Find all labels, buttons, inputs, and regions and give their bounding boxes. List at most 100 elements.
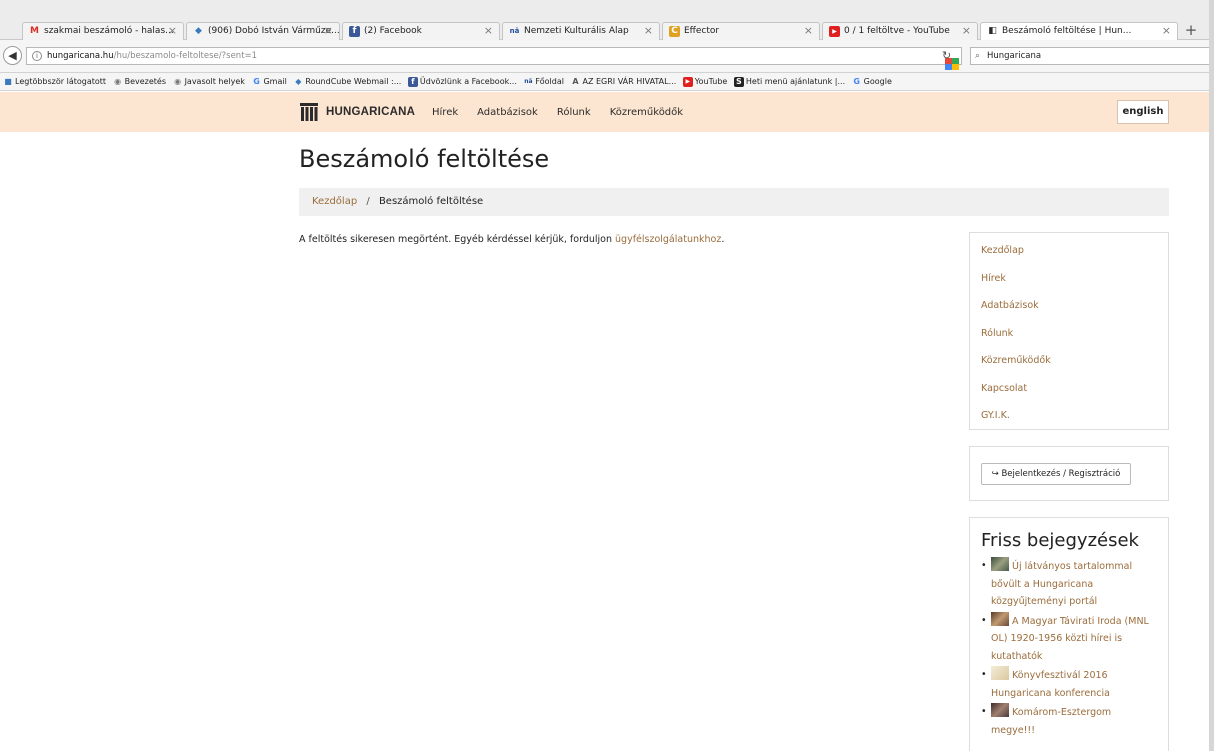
tab-title: (906) Dobó István Várműze... [208, 26, 340, 36]
tab-nka[interactable]: nä Nemzeti Kulturális Alap × [502, 22, 660, 40]
post-thumbnail [991, 611, 1009, 626]
message-text: A feltöltés sikeresen megörtént. Egyéb k… [299, 234, 616, 245]
recent-post-item[interactable]: • A Magyar Távirati Iroda (MNL OL) 1920-… [981, 611, 1158, 666]
bookmark-egri-var[interactable]: A AZ EGRI VÁR HIVATAL... [570, 73, 676, 90]
new-tab-button[interactable]: + [1181, 22, 1201, 40]
sidebar-menu: Kezdőlap Hírek Adatbázisok Rólunk Közrem… [969, 232, 1169, 430]
post-thumbnail [991, 557, 1009, 571]
page-title: Beszámoló feltöltése [299, 145, 550, 173]
breadcrumb-home-link[interactable]: Kezdőlap [312, 196, 357, 207]
menu-s-icon: S [733, 76, 744, 87]
bookmark-bevezetes[interactable]: ◉ Bevezetés [113, 73, 166, 90]
message-end: . [721, 234, 725, 245]
bookmark-gmail[interactable]: G Gmail [251, 73, 287, 90]
recent-post-item[interactable]: • Könyvfesztivál 2016 Hungaricana konfer… [981, 666, 1158, 702]
recent-post-item[interactable]: • Új látványos tartalommal bővült a Hung… [981, 557, 1158, 611]
bookmark-label: Google [863, 77, 892, 86]
browser-window: M szakmai beszámoló - halas... × ◆ (906)… [0, 0, 1214, 751]
recent-posts-list: • Új látványos tartalommal bővült a Hung… [981, 557, 1158, 739]
post-thumbnail [991, 666, 1009, 680]
bullet: • [981, 706, 987, 717]
egri-var-icon: A [572, 76, 579, 86]
youtube-icon: ▶ [682, 76, 693, 87]
hungaricana-icon: ◧ [988, 26, 997, 36]
tab-title: szakmai beszámoló - halas... [44, 26, 174, 36]
sidebar-item-rolunk[interactable]: Rólunk [970, 320, 1168, 348]
facebook-icon: f [349, 26, 360, 37]
close-icon[interactable]: × [644, 23, 653, 39]
bookmark-label: AZ EGRI VÁR HIVATAL... [582, 77, 677, 86]
bookmark-label: RoundCube Webmail :... [305, 77, 402, 86]
bullet: • [981, 669, 987, 680]
tab-dobo[interactable]: ◆ (906) Dobó István Várműze... × [186, 22, 340, 40]
close-icon[interactable]: × [168, 23, 177, 39]
nav-link-hirek[interactable]: Hírek [432, 107, 458, 118]
tab-effector[interactable]: C Effector × [662, 22, 820, 40]
address-bar[interactable]: i hungaricana.hu/hu/beszamolo-feltoltese… [26, 47, 962, 70]
bookmark-roundcube[interactable]: ◆ RoundCube Webmail :... [293, 73, 401, 90]
recent-posts-title: Friss bejegyzések [981, 530, 1139, 551]
hungaricana-logo-icon [299, 102, 319, 122]
tab-title: Nemzeti Kulturális Alap [524, 26, 629, 36]
bookmark-label: Javasolt helyek [184, 77, 245, 86]
sidebar-item-gyik[interactable]: GY.I.K. [970, 402, 1168, 430]
bookmark-facebook[interactable]: f Üdvözlünk a Facebook... [407, 73, 517, 90]
roundcube-icon: ◆ [295, 76, 302, 86]
close-icon[interactable]: × [484, 23, 493, 39]
nka-icon: nä [524, 77, 533, 85]
tab-bar: M szakmai beszámoló - halas... × ◆ (906)… [0, 0, 1214, 41]
close-icon[interactable]: × [324, 23, 333, 39]
close-icon[interactable]: × [804, 23, 813, 39]
sidebar-item-adatbazisok[interactable]: Adatbázisok [970, 292, 1168, 320]
url-host: hungaricana.hu [47, 51, 114, 61]
youtube-icon: ▶ [829, 26, 840, 37]
search-input[interactable]: ⌕ Hungaricana [970, 47, 1210, 65]
bookmark-javasolt[interactable]: ◉ Javasolt helyek [173, 73, 245, 90]
bookmark-fooldal[interactable]: nä Főoldal [523, 73, 564, 90]
info-icon[interactable]: i [32, 51, 42, 61]
page-content: HUNGARICANA Hírek Adatbázisok Rólunk Köz… [0, 92, 1214, 751]
bookmark-most-visited[interactable]: ■ Legtöbbször látogatott [3, 73, 106, 90]
recent-posts-panel: Friss bejegyzések • Új látványos tartalo… [969, 517, 1169, 751]
sidebar-item-hirek[interactable]: Hírek [970, 265, 1168, 293]
globe-icon: ◉ [174, 76, 182, 86]
sidebar-item-kezdolap[interactable]: Kezdőlap [970, 237, 1168, 265]
customer-service-link[interactable]: ügyfélszolgálatunkhoz [615, 234, 721, 245]
site-header: HUNGARICANA Hírek Adatbázisok Rólunk Köz… [0, 92, 1214, 132]
bookmark-label: Gmail [263, 77, 287, 86]
nav-link-kozremukodok[interactable]: Közreműködők [610, 107, 683, 118]
tab-hungaricana[interactable]: ◧ Beszámoló feltöltése | Hun... × [980, 22, 1178, 41]
gmail-icon: M [30, 26, 39, 36]
bookmark-heti-menu[interactable]: S Heti menü ajánlatunk |... [733, 73, 845, 90]
reload-icon[interactable]: ↻ [942, 49, 951, 62]
bookmark-folder-icon: ■ [4, 76, 12, 86]
bookmarks-bar: ■ Legtöbbször látogatott ◉ Bevezetés ◉ Java… [0, 73, 1214, 91]
back-button[interactable]: ◀ [3, 46, 22, 65]
close-icon[interactable]: × [1162, 23, 1171, 39]
bookmark-label: Üdvözlünk a Facebook... [419, 77, 517, 86]
recent-post-item[interactable]: • Komárom-Esztergom megye!!! [981, 703, 1158, 739]
sidebar-item-kapcsolat[interactable]: Kapcsolat [970, 375, 1168, 403]
bookmark-label: Legtöbbször látogatott [15, 77, 107, 86]
bookmark-youtube[interactable]: ▶ YouTube [682, 73, 728, 90]
tab-facebook[interactable]: f (2) Facebook × [342, 22, 500, 40]
breadcrumb: Kezdőlap / Beszámoló feltöltése [299, 188, 1169, 216]
nav-link-adatbazisok[interactable]: Adatbázisok [477, 107, 538, 118]
google-icon: G [253, 76, 260, 86]
tab-title: Effector [684, 26, 720, 36]
globe-icon: ◆ [195, 26, 202, 36]
close-icon[interactable]: × [962, 23, 971, 39]
nav-link-rolunk[interactable]: Rólunk [557, 107, 591, 118]
tab-gmail[interactable]: M szakmai beszámoló - halas... × [22, 22, 184, 40]
bookmark-google[interactable]: G Google [852, 73, 892, 90]
login-register-button[interactable]: ↪ Bejelentkezés / Regisztráció [981, 463, 1131, 485]
post-title: Új látványos tartalommal bővült a Hungar… [991, 561, 1133, 607]
sidebar-item-kozremukodok[interactable]: Közreműködők [970, 347, 1168, 375]
tab-title: (2) Facebook [364, 26, 422, 36]
tab-youtube[interactable]: ▶ 0 / 1 feltöltve - YouTube × [822, 22, 978, 40]
site-logo[interactable]: HUNGARICANA [299, 102, 415, 122]
post-title: Komárom-Esztergom megye!!! [991, 707, 1112, 736]
language-button[interactable]: english [1117, 100, 1169, 124]
bookmark-label: YouTube [694, 77, 728, 86]
window-edge [1209, 0, 1214, 751]
